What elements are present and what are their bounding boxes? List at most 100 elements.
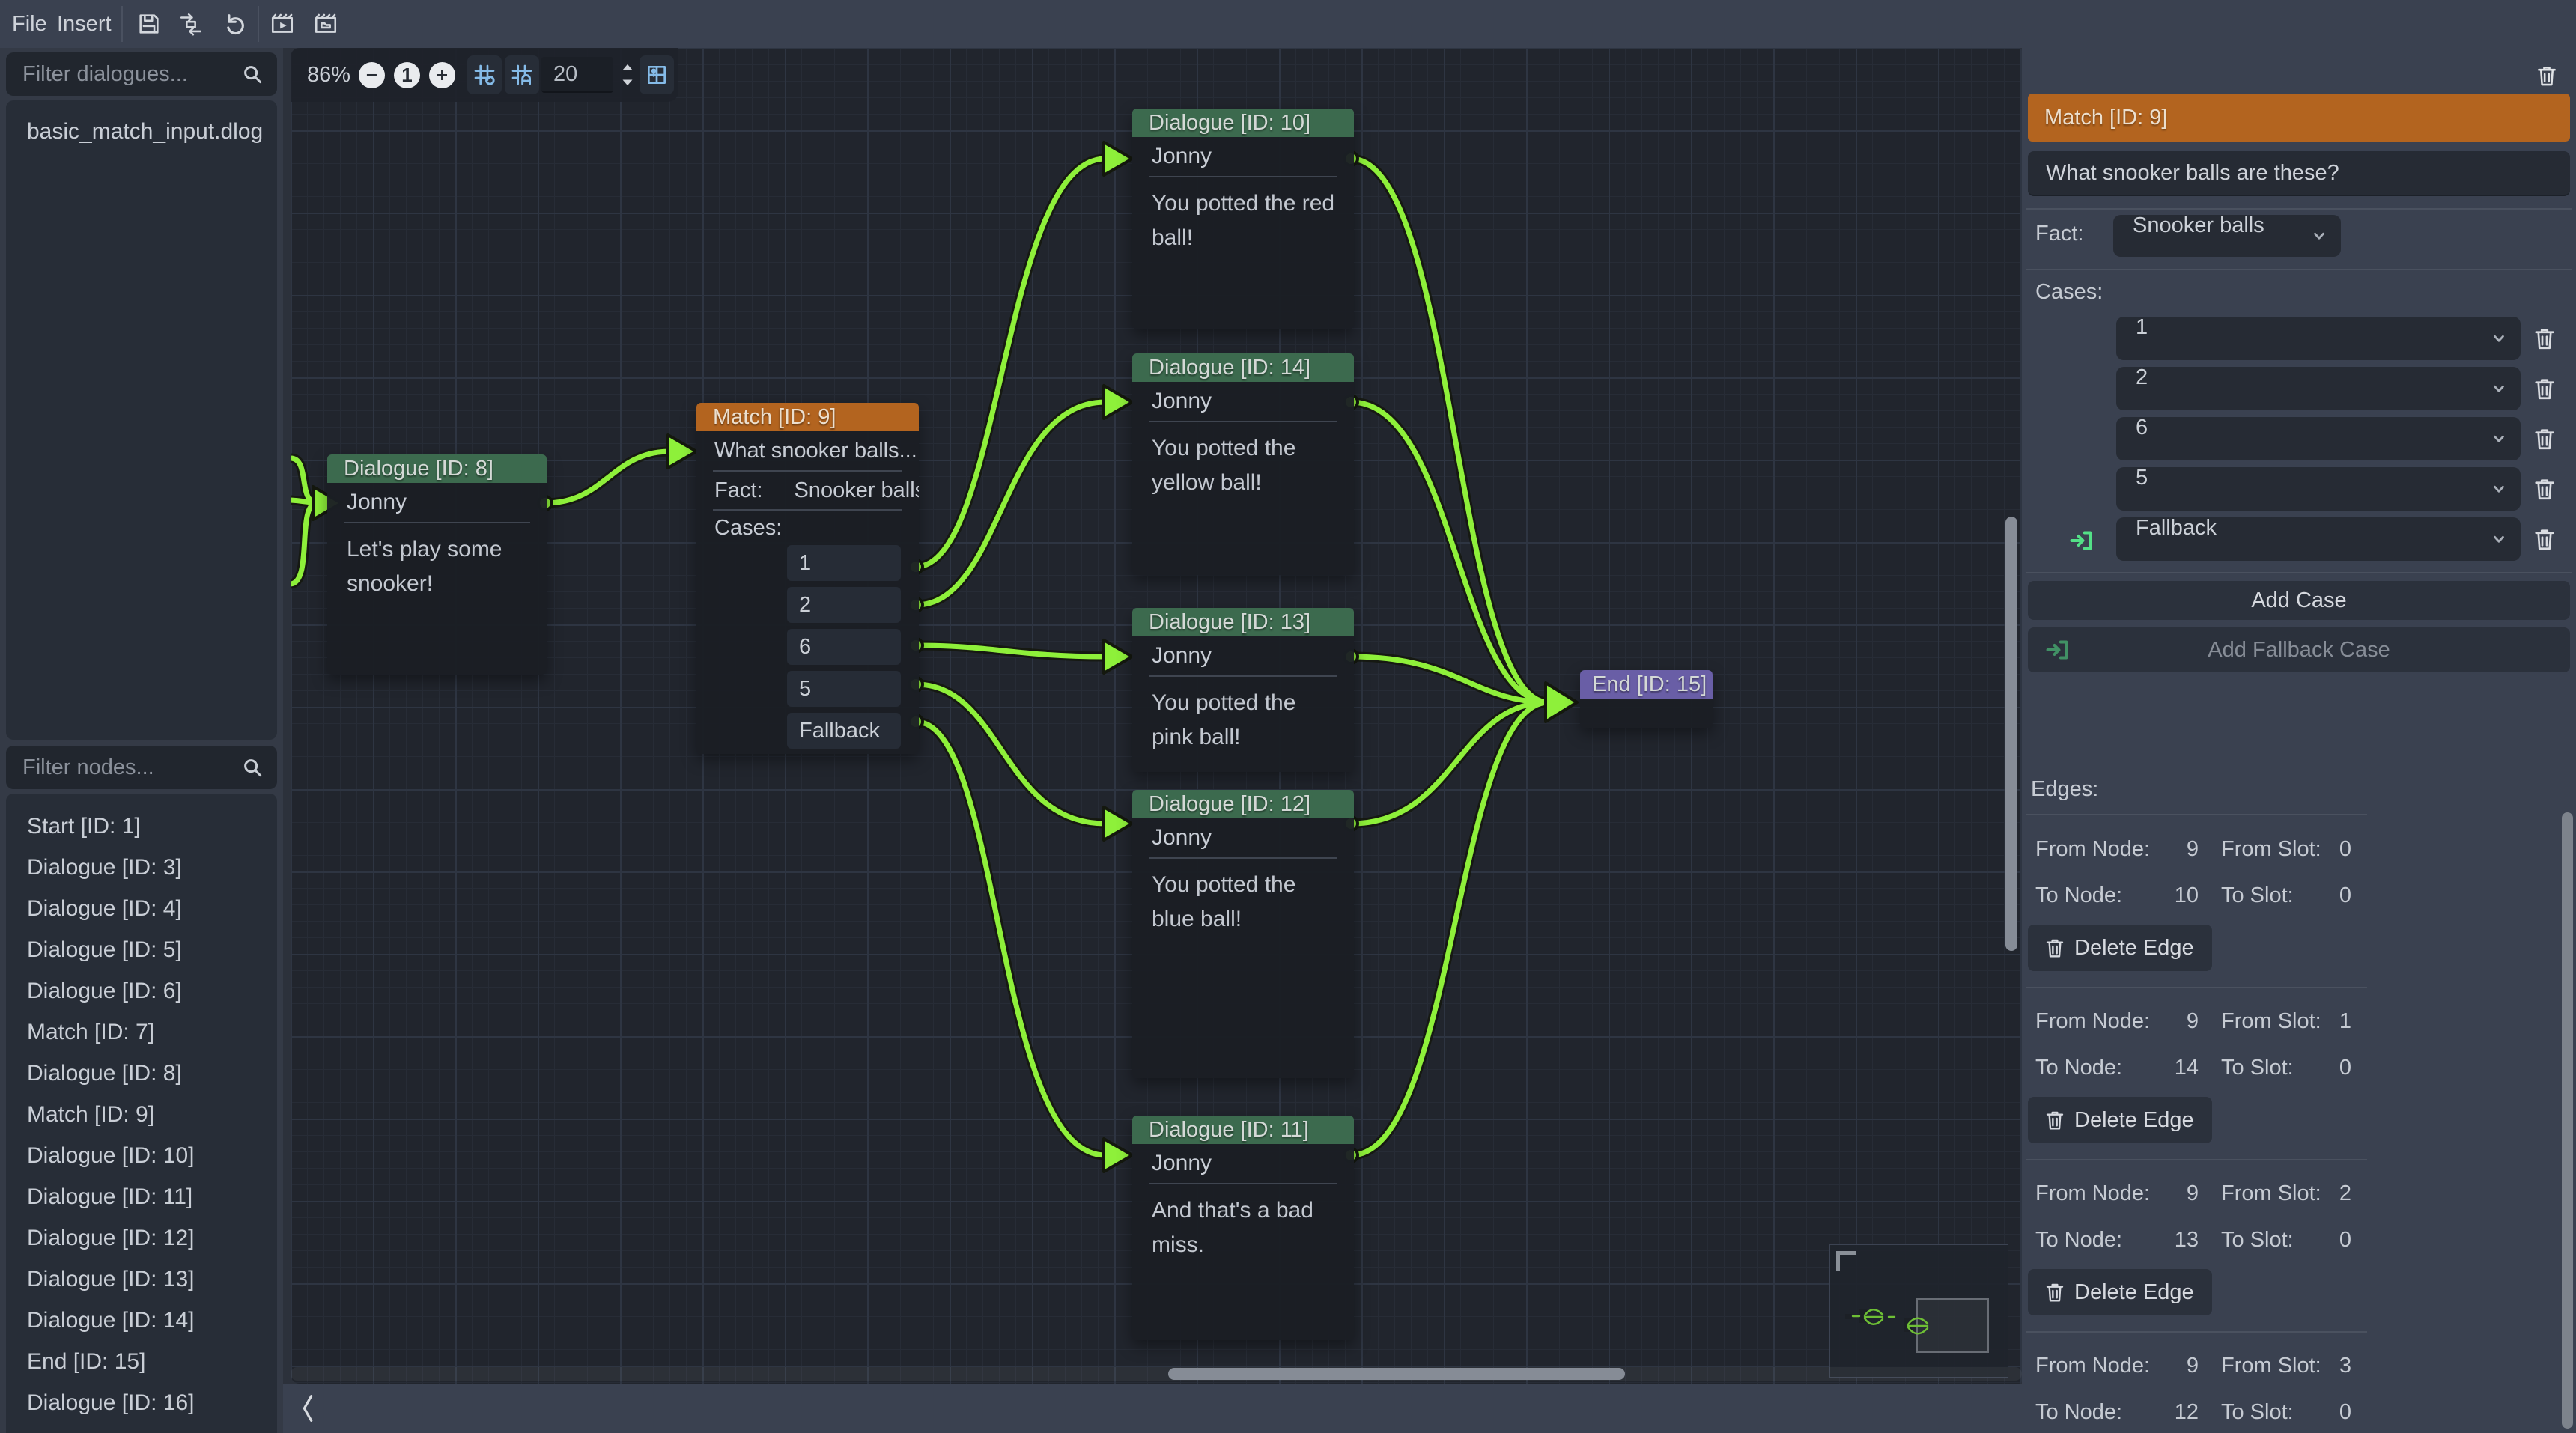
node-title[interactable]: Dialogue [ID: 8] <box>327 454 547 483</box>
node-list-item[interactable]: Dialogue [ID: 5] <box>6 929 277 970</box>
graph-node-dialogue-13[interactable]: Dialogue [ID: 13] Jonny You potted the p… <box>1132 608 1354 772</box>
graph-node-dialogue-11[interactable]: Dialogue [ID: 11] Jonny And that's a bad… <box>1132 1116 1354 1340</box>
case-slot[interactable]: 6 <box>787 629 901 665</box>
case-slot[interactable]: 1 <box>787 545 901 581</box>
filter-nodes-input[interactable] <box>22 746 232 789</box>
fallback-case-dropdown[interactable]: Fallback <box>2116 517 2521 561</box>
dialogue-file-item[interactable]: basic_match_input.dlog <box>6 111 277 152</box>
node-list-item[interactable]: Dialogue [ID: 4] <box>6 888 277 929</box>
grid-toggle-button[interactable] <box>467 55 502 94</box>
node-speaker: Jonny <box>1132 382 1354 421</box>
minimap-toggle-button[interactable] <box>640 55 674 94</box>
from-slot-value: 3 <box>2291 1354 2351 1378</box>
node-list-item[interactable]: Match [ID: 9] <box>6 1094 277 1135</box>
input-port-arrow[interactable] <box>1104 386 1132 419</box>
delete-case-icon[interactable] <box>2531 323 2558 353</box>
play-dialogue-icon[interactable] <box>270 11 295 37</box>
delete-edge-button[interactable]: Delete Edge <box>2028 1269 2212 1315</box>
chevron-down-icon <box>2309 226 2329 246</box>
node-list-item[interactable]: Dialogue [ID: 12] <box>6 1217 277 1259</box>
node-list-item[interactable]: End [ID: 15] <box>6 1341 277 1382</box>
node-title[interactable]: Dialogue [ID: 13] <box>1132 608 1354 636</box>
node-list-item[interactable]: Start [ID: 1] <box>6 806 277 847</box>
save-icon[interactable] <box>136 11 162 37</box>
node-list-item[interactable]: Match [ID: 7] <box>6 1011 277 1053</box>
h-scrollbar-track[interactable] <box>291 1367 2022 1381</box>
io-reorder-icon[interactable] <box>178 11 204 37</box>
node-title[interactable]: Dialogue [ID: 14] <box>1132 353 1354 382</box>
graph-node-match-9[interactable]: Match [ID: 9] What snooker balls... Fact… <box>696 403 919 754</box>
node-list-item[interactable]: Dialogue [ID: 8] <box>6 1053 277 1094</box>
zoom-percent: 86% <box>307 48 350 102</box>
node-title[interactable]: Dialogue [ID: 11] <box>1132 1116 1354 1144</box>
case-dropdown[interactable]: 1 <box>2116 317 2521 360</box>
divider <box>2026 1331 2367 1333</box>
snap-distance-input[interactable]: 20 <box>541 57 613 93</box>
graph-node-dialogue-10[interactable]: Dialogue [ID: 10] Jonny You potted the r… <box>1132 109 1354 329</box>
node-list-item[interactable]: Dialogue [ID: 6] <box>6 970 277 1011</box>
input-port-arrow[interactable] <box>1104 640 1132 673</box>
delete-case-icon[interactable] <box>2531 424 2558 454</box>
panel-scrollbar-thumb[interactable] <box>2562 812 2573 1429</box>
zoom-reset-button[interactable]: 1 <box>394 62 420 88</box>
fact-label: Fact: <box>2035 222 2083 246</box>
edge-wire[interactable] <box>916 684 1105 824</box>
spinner-arrows-icon[interactable] <box>618 58 637 91</box>
delete-edge-button[interactable]: Delete Edge <box>2028 925 2212 971</box>
graph-node-dialogue-12[interactable]: Dialogue [ID: 12] Jonny You potted the b… <box>1132 790 1354 1078</box>
zoom-out-button[interactable]: − <box>359 62 385 88</box>
graph-canvas[interactable]: Dialogue [ID: 8] Jonny Let's play some s… <box>291 48 2022 1384</box>
node-title[interactable]: End [ID: 15] <box>1580 670 1713 699</box>
node-title[interactable]: Match [ID: 9] <box>696 403 919 431</box>
node-list-item[interactable]: Dialogue [ID: 13] <box>6 1259 277 1300</box>
add-fallback-case-button[interactable]: Add Fallback Case <box>2028 627 2570 672</box>
minimap[interactable] <box>1829 1244 2008 1378</box>
delete-node-icon[interactable] <box>2534 63 2560 88</box>
menu-insert[interactable]: Insert <box>46 0 122 48</box>
match-question-input[interactable] <box>2028 151 2570 196</box>
new-dialogue-icon[interactable] <box>313 11 338 37</box>
case-dropdown[interactable]: 5 <box>2116 467 2521 511</box>
case-slot[interactable]: 5 <box>787 671 901 707</box>
fact-dropdown[interactable]: Snooker balls <box>2113 215 2341 257</box>
v-scrollbar-thumb[interactable] <box>2005 517 2017 951</box>
case-dropdown[interactable]: 6 <box>2116 417 2521 460</box>
node-list-item[interactable]: Dialogue [ID: 16] <box>6 1382 277 1423</box>
undo-icon[interactable] <box>222 11 247 37</box>
delete-case-icon[interactable] <box>2531 474 2558 504</box>
case-slot[interactable]: 2 <box>787 587 901 623</box>
delete-case-icon[interactable] <box>2531 524 2558 554</box>
filter-dialogues-input[interactable] <box>22 52 232 96</box>
input-port-arrow[interactable] <box>1104 807 1132 840</box>
case-dropdown[interactable]: 2 <box>2116 367 2521 410</box>
edge-wire[interactable] <box>916 722 1105 1155</box>
node-list-item[interactable]: Dialogue [ID: 14] <box>6 1300 277 1341</box>
edge-wire[interactable] <box>916 159 1105 567</box>
delete-edge-label: Delete Edge <box>2074 1097 2194 1143</box>
zoom-in-button[interactable]: + <box>429 62 455 88</box>
sidebar: basic_match_input.dlog Start [ID: 1] Dia… <box>0 48 283 1433</box>
input-port-arrow[interactable] <box>668 435 696 468</box>
collapse-sidebar-icon[interactable] <box>297 1393 319 1424</box>
snap-toggle-button[interactable] <box>505 55 539 94</box>
node-list-item[interactable]: Dialogue [ID: 10] <box>6 1135 277 1176</box>
graph-node-end-15[interactable]: End [ID: 15] <box>1580 670 1713 728</box>
input-port-arrow[interactable] <box>1546 683 1577 722</box>
delete-case-icon[interactable] <box>2531 374 2558 404</box>
input-port-arrow[interactable] <box>1104 1139 1132 1172</box>
h-scrollbar-thumb[interactable] <box>1168 1368 1625 1380</box>
edge-wire[interactable] <box>545 451 669 503</box>
to-slot-label: To Slot: <box>2221 1056 2294 1080</box>
graph-node-dialogue-8[interactable]: Dialogue [ID: 8] Jonny Let's play some s… <box>327 454 547 675</box>
node-body: What snooker balls... Fact:Snooker balls… <box>696 431 919 754</box>
case-slot[interactable]: Fallback <box>787 713 901 749</box>
input-port-arrow[interactable] <box>1104 142 1132 175</box>
node-list-item[interactable]: Dialogue [ID: 11] <box>6 1176 277 1217</box>
graph-node-dialogue-14[interactable]: Dialogue [ID: 14] Jonny You potted the y… <box>1132 353 1354 575</box>
delete-edge-button[interactable]: Delete Edge <box>2028 1097 2212 1143</box>
edge-wire[interactable] <box>916 402 1105 605</box>
add-case-button[interactable]: Add Case <box>2028 581 2570 620</box>
node-title[interactable]: Dialogue [ID: 12] <box>1132 790 1354 818</box>
node-title[interactable]: Dialogue [ID: 10] <box>1132 109 1354 137</box>
node-list-item[interactable]: Dialogue [ID: 3] <box>6 847 277 888</box>
